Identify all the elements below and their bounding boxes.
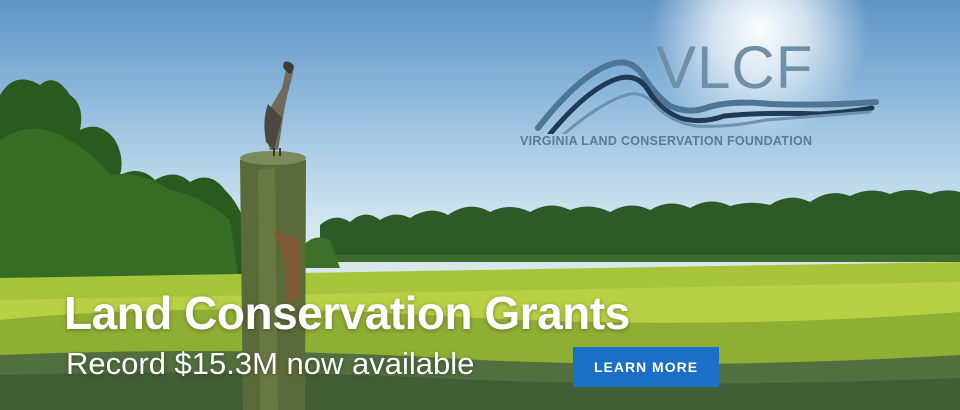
headline: Land Conservation Grants (64, 287, 630, 339)
learn-more-button[interactable]: LEARN MORE (573, 347, 719, 387)
logo-full-name: VIRGINIA LAND CONSERVATION FOUNDATION (520, 134, 813, 148)
hero-banner[interactable]: VLCF VIRGINIA LAND CONSERVATION FOUNDATI… (0, 0, 960, 410)
subheadline: Record $15.3M now available (66, 346, 475, 381)
vlcf-logo[interactable]: VLCF VIRGINIA LAND CONSERVATION FOUNDATI… (520, 36, 880, 156)
logo-acronym: VLCF (656, 34, 814, 101)
distant-tree-line (320, 190, 960, 262)
